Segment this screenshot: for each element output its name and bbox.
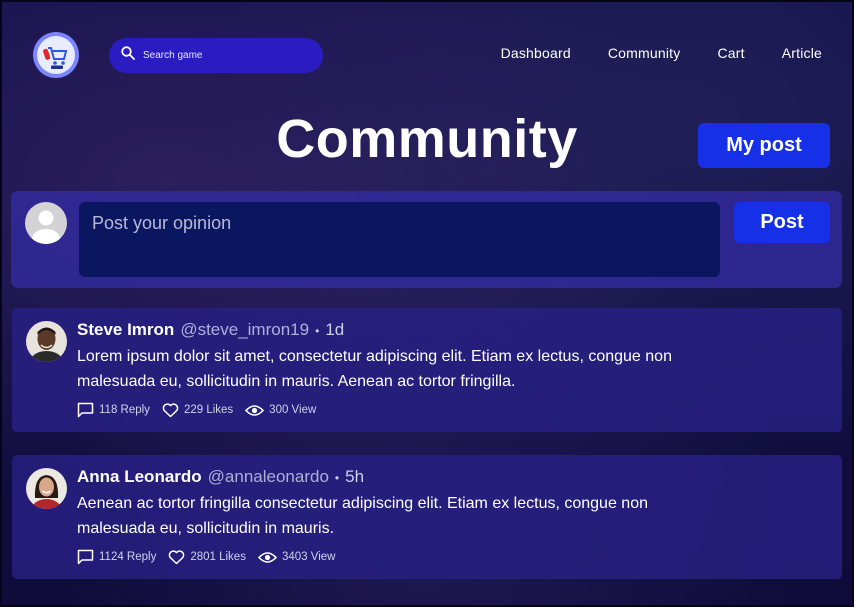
app-logo[interactable]	[33, 32, 79, 78]
reply-action[interactable]: 118 Reply	[77, 402, 150, 418]
separator-dot: •	[315, 324, 320, 338]
nav-article[interactable]: Article	[782, 45, 822, 61]
post-text: Aenean ac tortor fringilla consectetur a…	[77, 495, 648, 537]
separator-dot: •	[334, 471, 340, 485]
post-stats: 1124 Reply 2801 Likes 3403 View	[77, 549, 822, 565]
post-stats: 118 Reply 229 Likes 300 View	[77, 402, 822, 418]
reply-count: 1124 Reply	[99, 551, 157, 563]
post-text: Lorem ipsum dolor sit amet, consectetur …	[77, 348, 672, 390]
view-stat: 300 View	[245, 404, 316, 417]
author-name[interactable]: Steve Imron	[77, 320, 174, 340]
post-card: Anna Leonardo @annaleonardo • 5h Aenean …	[12, 455, 842, 579]
author-avatar[interactable]	[26, 468, 67, 509]
author-avatar[interactable]	[26, 321, 67, 362]
like-action[interactable]: 229 Likes	[162, 402, 234, 418]
my-post-button[interactable]: My post	[698, 123, 830, 168]
post-composer: Post	[11, 191, 842, 288]
eye-icon	[245, 404, 265, 416]
post-button[interactable]: Post	[734, 202, 830, 243]
nav-dashboard[interactable]: Dashboard	[501, 45, 571, 61]
post-card: Steve Imron @steve_imron19 • 1d Lorem ip…	[12, 308, 842, 432]
post-time: 5h	[345, 467, 365, 486]
nav-cart[interactable]: Cart	[717, 45, 744, 61]
like-count: 229 Likes	[183, 404, 234, 416]
comment-icon	[77, 549, 94, 565]
logo-cart-icon	[37, 36, 75, 74]
opinion-input[interactable]	[79, 202, 720, 277]
heart-icon	[169, 549, 185, 564]
search-icon	[121, 46, 135, 65]
main-nav: Dashboard Community Cart Article	[501, 45, 822, 61]
like-action[interactable]: 2801 Likes	[168, 549, 246, 565]
user-avatar-placeholder	[25, 202, 67, 244]
search-bar[interactable]	[109, 38, 323, 73]
view-count: 300 View	[269, 404, 317, 416]
reply-action[interactable]: 1124 Reply	[77, 549, 156, 565]
nav-community[interactable]: Community	[608, 45, 681, 61]
heart-icon	[162, 402, 179, 417]
view-count: 3403 View	[281, 551, 336, 563]
view-stat: 3403 View	[257, 551, 336, 564]
reply-count: 118 Reply	[99, 404, 150, 416]
comment-icon	[77, 402, 94, 418]
post-time: 1d	[325, 320, 345, 339]
author-handle[interactable]: @annaleonardo	[208, 467, 329, 487]
author-name[interactable]: Anna Leonardo	[77, 467, 202, 487]
like-count: 2801 Likes	[190, 551, 246, 563]
search-input[interactable]	[143, 50, 313, 61]
eye-icon	[257, 551, 277, 563]
author-handle[interactable]: @steve_imron19	[180, 320, 309, 340]
